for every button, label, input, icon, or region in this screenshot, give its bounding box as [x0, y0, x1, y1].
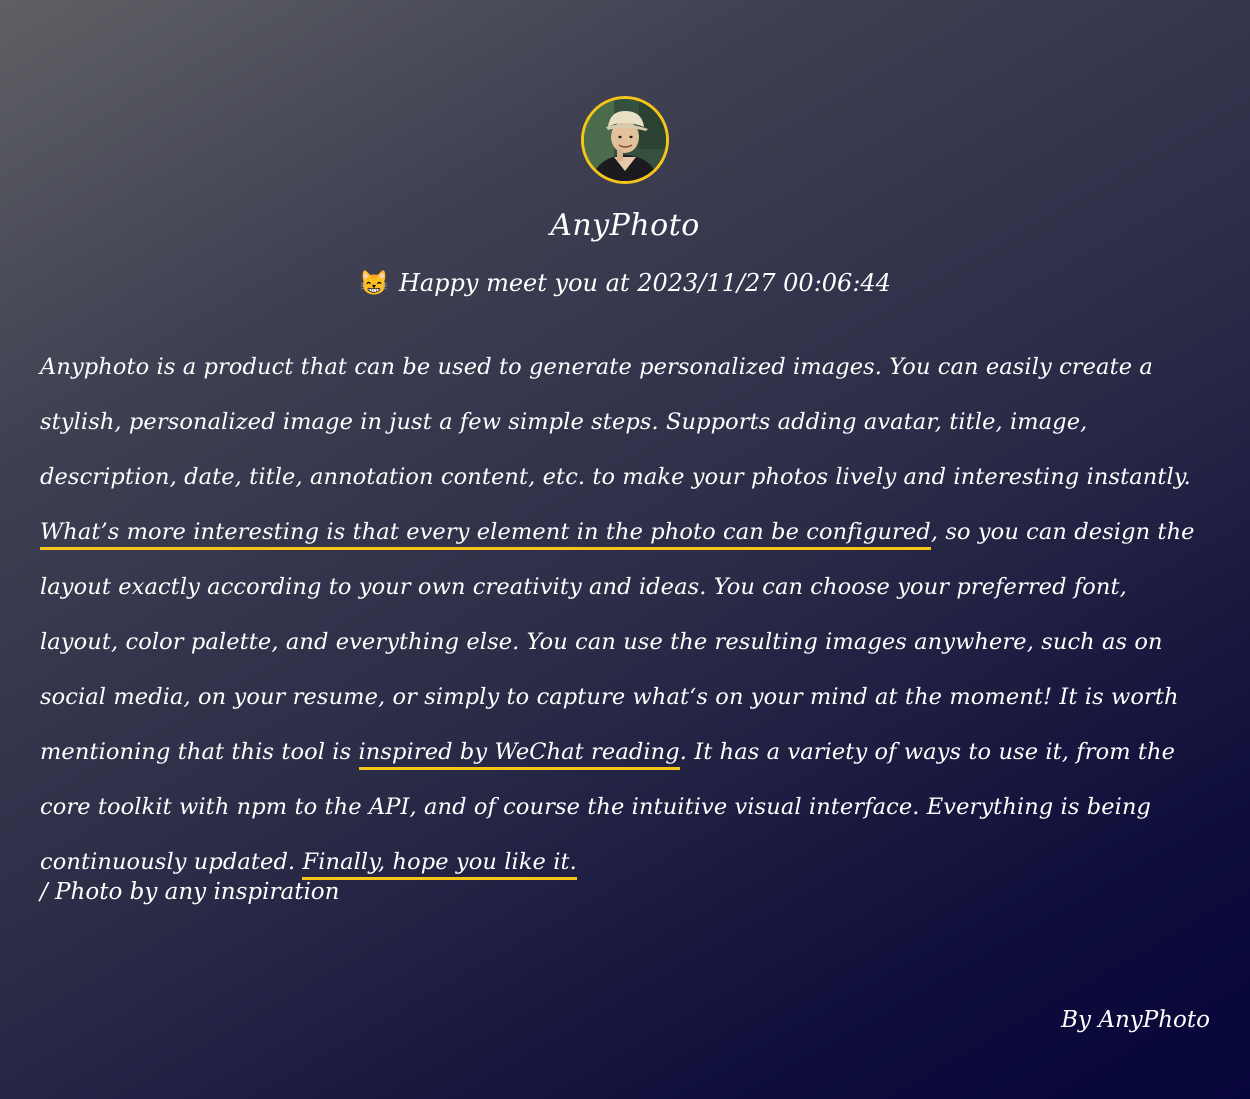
avatar-photo-icon [584, 99, 666, 181]
description-paragraph: Anyphoto is a product that can be used t… [40, 340, 1212, 890]
signature: By AnyPhoto [1061, 1007, 1210, 1033]
photo-credit: / Photo by any inspiration [40, 879, 340, 905]
avatar [581, 96, 669, 184]
description-text: Anyphoto is a product that can be used t… [40, 354, 1191, 490]
highlighted-text: Finally, hope you like it. [302, 849, 577, 880]
greeting-text: Happy meet you at 2023/11/27 00:06:44 [398, 269, 891, 297]
grinning-cat-icon: 😸 [359, 269, 389, 297]
highlighted-text: What’s more interesting is that every el… [40, 519, 931, 550]
highlighted-text: inspired by WeChat reading [358, 739, 680, 770]
description-text: , so you can design the layout exactly a… [40, 519, 1195, 765]
greeting-line: 😸 Happy meet you at 2023/11/27 00:06:44 [0, 266, 1250, 300]
page-title: AnyPhoto [550, 208, 700, 243]
